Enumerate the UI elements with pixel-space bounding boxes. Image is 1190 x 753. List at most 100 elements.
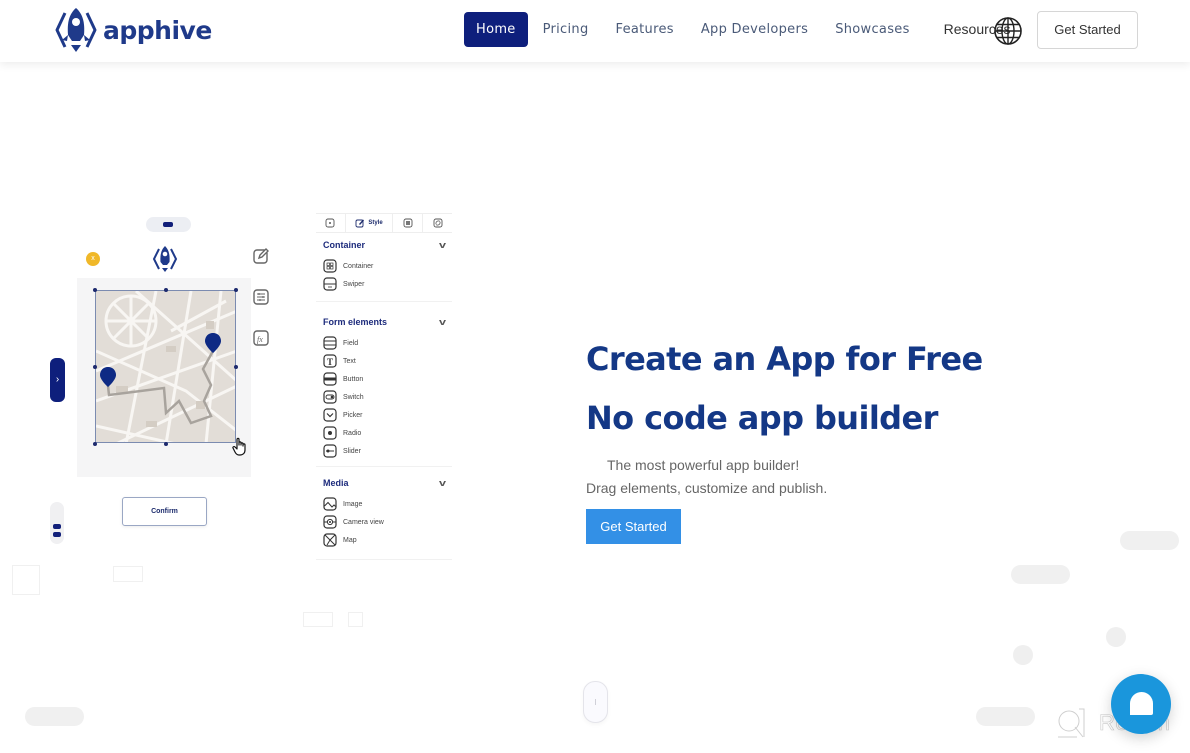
field-icon — [323, 336, 337, 350]
resize-handle[interactable] — [93, 442, 97, 446]
layout-icon — [403, 218, 413, 228]
resize-handle[interactable] — [93, 365, 97, 369]
nav-home[interactable]: Home — [464, 12, 528, 47]
section-media: Media v Image Camera view Map — [316, 467, 452, 560]
globe-icon[interactable] — [993, 16, 1023, 46]
nav-showcases[interactable]: Showcases — [823, 12, 921, 47]
component-item[interactable]: Slider — [323, 442, 445, 460]
tab-style[interactable]: Style — [346, 214, 394, 232]
svg-text:T: T — [327, 357, 333, 367]
component-item[interactable]: Switch — [323, 388, 445, 406]
section-title: Form elements — [323, 317, 388, 327]
decorative-dot — [1106, 627, 1126, 647]
confirm-button[interactable]: Confirm — [122, 497, 207, 526]
component-label: Text — [343, 357, 356, 365]
apphive-logo-icon — [55, 8, 97, 52]
faint-grid-decoration — [303, 612, 333, 627]
app-logo-icon — [152, 246, 178, 272]
nav-features[interactable]: Features — [604, 12, 686, 47]
chat-bubble-icon — [1130, 692, 1153, 715]
component-label: Button — [343, 375, 364, 383]
map-component[interactable] — [95, 290, 236, 443]
section-form-elements: Form elements v Field T Text Button Swit… — [316, 302, 452, 467]
chevron-down-icon: v — [438, 478, 447, 488]
component-label: Switch — [343, 393, 364, 401]
resize-handle[interactable] — [234, 288, 238, 292]
tab-layout[interactable] — [393, 214, 424, 232]
switch-icon — [323, 390, 337, 404]
radio-icon — [323, 426, 337, 440]
faint-grid-decoration — [113, 566, 143, 582]
expand-panel-tab[interactable]: › — [50, 358, 65, 402]
component-label: Picker — [343, 411, 363, 419]
component-item[interactable]: Map — [323, 531, 445, 549]
component-item[interactable]: Picker — [323, 406, 445, 424]
component-label: Image — [343, 500, 363, 508]
section-header[interactable]: Container v — [323, 233, 447, 257]
section-container: Container v Container Swiper — [316, 233, 452, 302]
component-label: Camera view — [343, 518, 384, 526]
component-label: Field — [343, 339, 359, 347]
swiper-icon — [323, 277, 337, 291]
logo-text: apphive — [103, 15, 212, 45]
component-item[interactable]: Container — [323, 257, 445, 275]
slider-icon — [323, 444, 337, 458]
decorative-pill — [1120, 531, 1179, 550]
close-badge[interactable]: x — [86, 252, 100, 266]
component-item[interactable]: Button — [323, 370, 445, 388]
component-item[interactable]: T Text — [323, 352, 445, 370]
decorative-pill — [976, 707, 1035, 726]
revain-logo-icon — [1058, 708, 1085, 738]
resize-handle[interactable] — [93, 288, 97, 292]
zoom-slider[interactable] — [50, 502, 64, 544]
main-nav: Home Pricing Features App Developers Sho… — [464, 12, 1026, 47]
styles-icon[interactable] — [252, 288, 270, 306]
picker-icon — [323, 408, 337, 422]
hero-subtitle-heading: No code app builder — [586, 399, 938, 437]
tab-logic[interactable] — [423, 214, 452, 232]
drag-handle-pill — [146, 217, 191, 232]
component-label: Radio — [343, 429, 362, 437]
component-item[interactable]: Radio — [323, 424, 445, 442]
edit-style-icon — [355, 219, 365, 228]
faint-grid-decoration — [12, 565, 40, 595]
button-icon — [323, 372, 337, 386]
component-label: Container — [343, 262, 374, 270]
side-toolbar: fx — [252, 247, 272, 370]
component-label: Slider — [343, 447, 361, 455]
section-header[interactable]: Media v — [323, 471, 447, 495]
component-item[interactable]: Field — [323, 334, 445, 352]
phone-header: x — [77, 240, 251, 278]
scroll-down-mouse-icon[interactable] — [583, 681, 608, 723]
tab-style-label: Style — [368, 220, 383, 226]
components-panel: Style Container v Container Swiper Form … — [316, 213, 452, 573]
resize-handle[interactable] — [234, 365, 238, 369]
resize-handle[interactable] — [164, 442, 168, 446]
component-item[interactable]: Camera view — [323, 513, 445, 531]
chat-widget-button[interactable] — [1111, 674, 1171, 734]
component-icon — [326, 218, 335, 228]
component-label: Swiper — [343, 280, 365, 288]
logic-icon — [433, 218, 442, 228]
decorative-dot — [1013, 645, 1033, 665]
hero-description: Drag elements, customize and publish. — [586, 480, 828, 496]
phone-preview: x — [77, 240, 251, 477]
chevron-down-icon: v — [438, 240, 447, 250]
header-get-started-button[interactable]: Get Started — [1037, 11, 1138, 49]
decorative-pill — [1011, 565, 1070, 584]
resize-handle[interactable] — [164, 288, 168, 292]
edit-icon[interactable] — [252, 247, 270, 265]
section-header[interactable]: Form elements v — [323, 310, 446, 334]
component-item[interactable]: Image — [323, 495, 445, 513]
nav-app-developers[interactable]: App Developers — [689, 12, 820, 47]
svg-text:fx: fx — [257, 335, 263, 344]
decorative-pill — [25, 707, 84, 726]
logo[interactable]: apphive — [52, 5, 212, 55]
nav-pricing[interactable]: Pricing — [531, 12, 601, 47]
hand-cursor-icon — [232, 437, 246, 456]
component-item[interactable]: Swiper — [323, 275, 445, 293]
component-label: Map — [343, 536, 357, 544]
function-icon[interactable]: fx — [252, 329, 270, 347]
hero-get-started-button[interactable]: Get Started — [586, 509, 681, 544]
tab-components[interactable] — [316, 214, 346, 232]
